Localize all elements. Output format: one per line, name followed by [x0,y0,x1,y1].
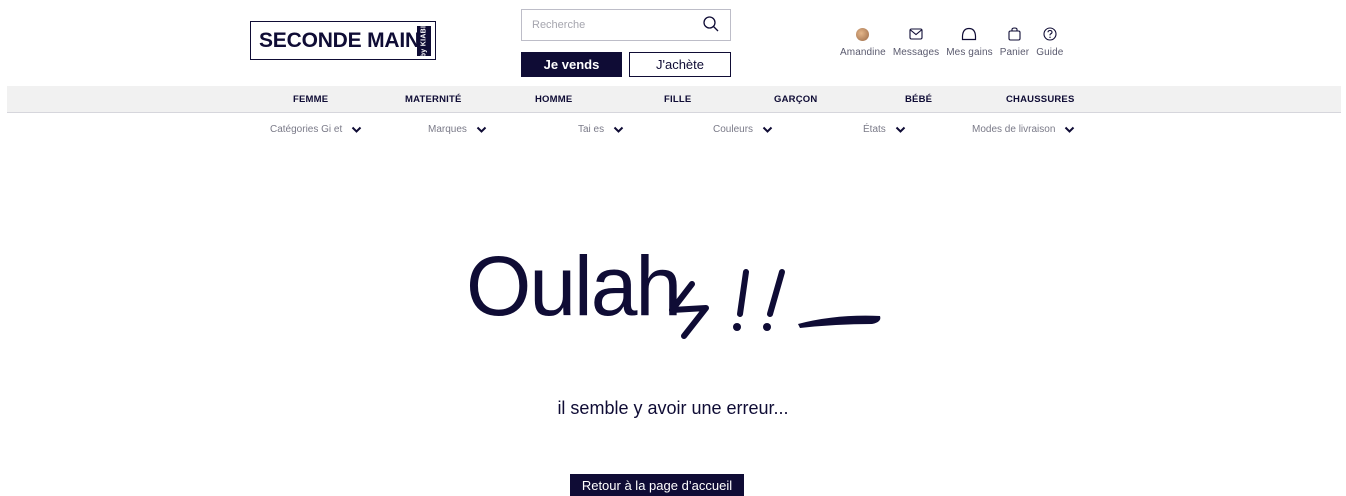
nav-account-label: Amandine [840,47,886,58]
search-icon[interactable] [702,15,720,33]
logo-text: SECONDE MAIN [259,28,420,52]
envelope-icon [909,28,923,40]
category-chaussures[interactable]: CHAUSSURES [1006,86,1075,113]
filter-categories-label: Catégories Gi et [270,123,343,135]
filter-sizes[interactable]: Tai es [578,121,624,137]
filter-delivery-label: Modes de livraison [972,123,1056,135]
filter-colors[interactable]: Couleurs [713,121,773,137]
help-icon [1043,27,1057,41]
filter-brands[interactable]: Marques [428,121,487,137]
search-input[interactable] [522,10,692,40]
filter-delivery[interactable]: Modes de livraison [972,121,1075,137]
filter-conditions[interactable]: États [863,121,906,137]
logo-badge-text: by KIABI [420,25,428,57]
filter-categories[interactable]: Catégories Gi et [270,121,362,137]
category-femme[interactable]: FEMME [293,86,328,113]
chevron-down-icon [476,126,487,133]
filter-colors-label: Couleurs [713,123,754,135]
chevron-down-icon [762,126,773,133]
category-homme[interactable]: HOMME [535,86,572,113]
chevron-down-icon [352,126,362,133]
chevron-down-icon [1065,126,1075,133]
category-maternite[interactable]: MATERNITÉ [405,86,462,113]
nav-guide-label: Guide [1036,47,1064,58]
filter-conditions-label: États [863,123,886,135]
category-garcon[interactable]: GARÇON [774,86,817,113]
nav-earnings-label: Mes gains [946,47,993,58]
nav-cart[interactable]: Panier [1000,26,1030,62]
chevron-down-icon [613,126,624,133]
nav-guide[interactable]: Guide [1036,26,1063,62]
nav-account[interactable]: Amandine [840,26,886,62]
avatar [856,27,870,41]
category-fille[interactable]: FILLE [664,86,691,113]
nav-cart-label: Panier [999,47,1030,58]
chevron-down-icon [895,126,906,133]
wallet-icon [962,27,977,41]
error-title: Oulah [466,239,682,333]
back-home-button[interactable]: Retour à la page d’accueil [570,474,744,496]
category-bebe[interactable]: BÉBÉ [905,86,932,113]
search-box [521,9,731,41]
bag-icon [1008,27,1021,41]
exclamation-squiggle-graphic [669,269,881,339]
user-nav: Amandine Messages Mes gains Panier Guide [840,26,1070,62]
filter-brands-label: Marques [428,123,467,135]
filter-sizes-label: Tai es [578,123,605,135]
sell-button[interactable]: Je vends [521,52,622,77]
error-message: il semble y avoir une erreur... [557,398,789,418]
nav-messages[interactable]: Messages [893,26,939,62]
nav-messages-label: Messages [892,47,940,58]
seconde-main-logo[interactable]: SECONDE MAIN by KIABI [250,21,436,60]
buy-button[interactable]: J'achète [629,52,731,77]
kiabi-badge: by KIABI [417,25,431,57]
category-bar: FEMME MATERNITÉ HOMME FILLE GARÇON BÉBÉ … [7,86,1341,113]
nav-earnings[interactable]: Mes gains [946,26,993,62]
